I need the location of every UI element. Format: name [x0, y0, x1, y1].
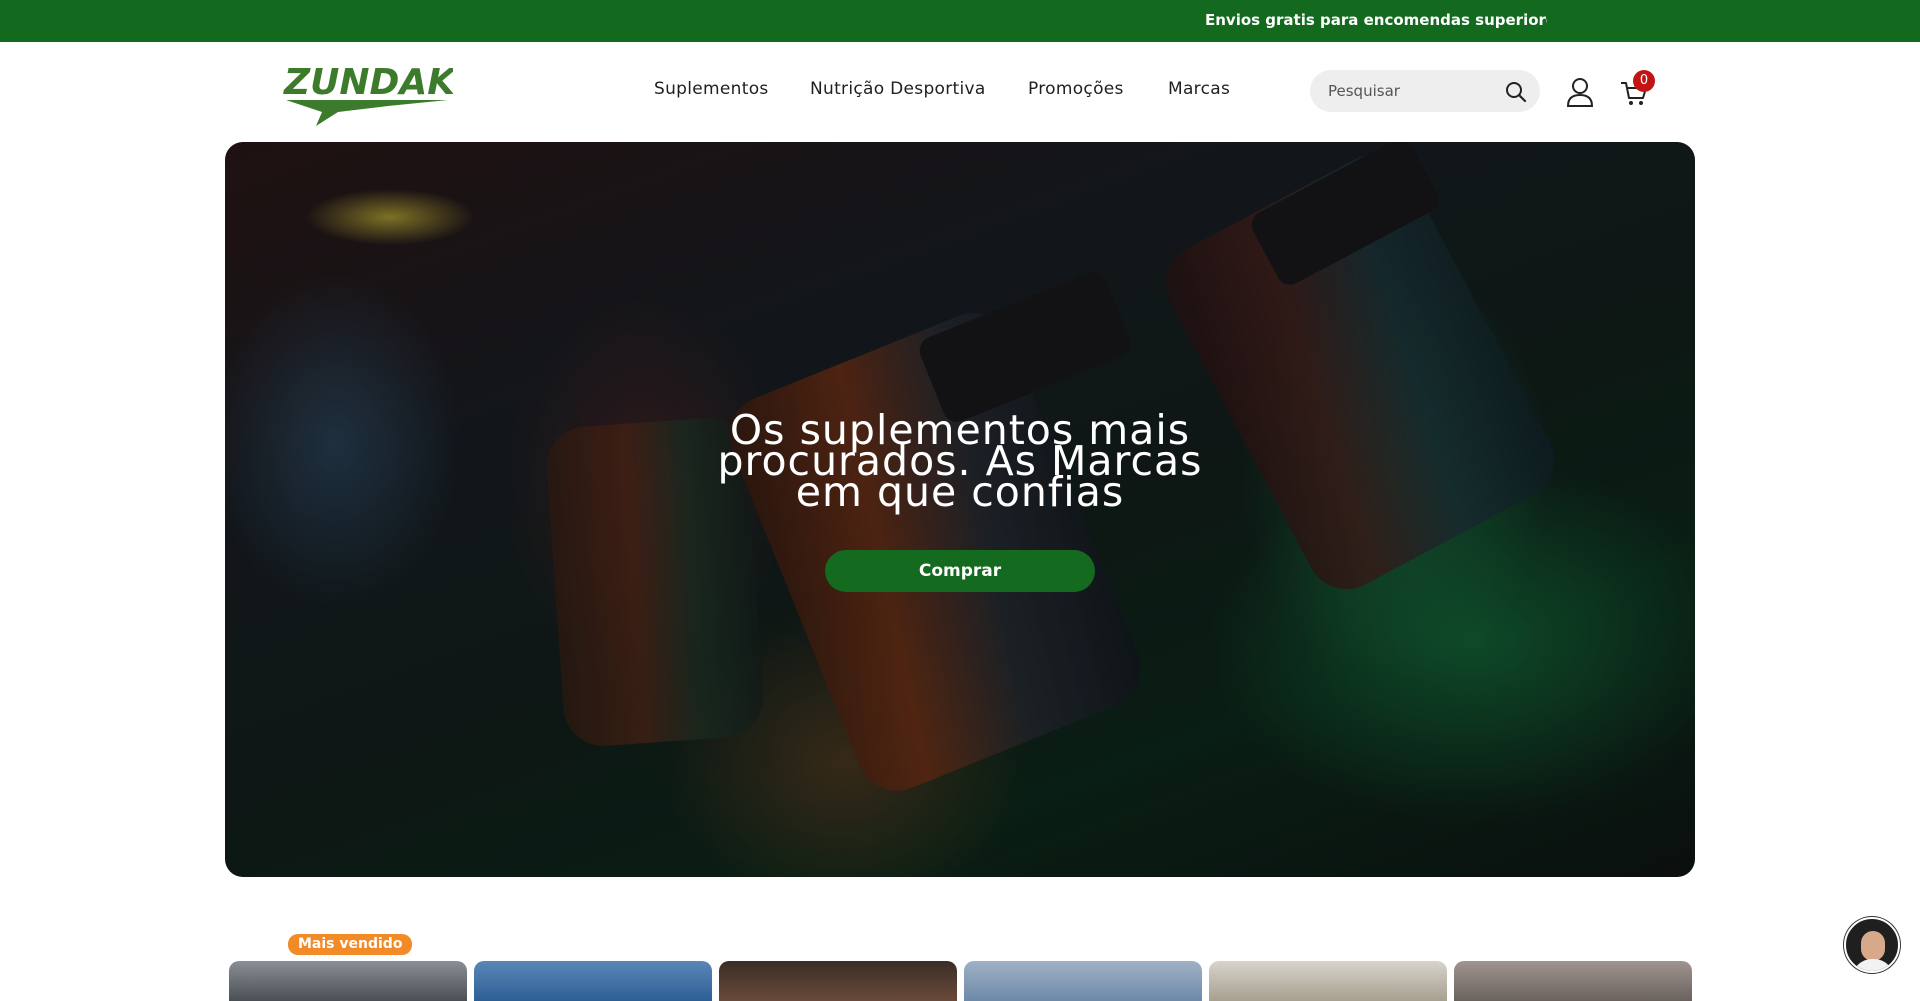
- logo-text: ZUNDAK: [283, 62, 453, 103]
- category-card[interactable]: [474, 961, 712, 1001]
- chat-avatar-face: [1861, 931, 1885, 961]
- search-icon[interactable]: [1504, 80, 1528, 104]
- category-card[interactable]: [229, 961, 467, 1001]
- cart-count-badge: 0: [1633, 70, 1655, 92]
- comprar-button[interactable]: Comprar: [825, 550, 1095, 592]
- chat-avatar-body: [1852, 959, 1894, 971]
- logo-swoosh: [286, 100, 448, 126]
- chat-avatar-button[interactable]: [1844, 917, 1900, 973]
- category-card[interactable]: [719, 961, 957, 1001]
- hero-title: Os suplementos mais procurados. As Marca…: [655, 410, 1265, 513]
- hero-banner: Os suplementos mais procurados. As Marca…: [225, 142, 1695, 877]
- category-card[interactable]: [1209, 961, 1447, 1001]
- search-input[interactable]: [1328, 80, 1498, 102]
- category-card[interactable]: [1454, 961, 1692, 1001]
- category-card[interactable]: [964, 961, 1202, 1001]
- nav-item-marcas[interactable]: Marcas: [1168, 79, 1230, 99]
- announcement-text: Envios gratis para encomendas superiores…: [1205, 11, 1547, 29]
- search-box: [1310, 70, 1540, 112]
- best-seller-badge: Mais vendido: [288, 934, 413, 955]
- announcement-bar: Envios gratis para encomendas superiores…: [0, 0, 1920, 42]
- user-icon[interactable]: [1566, 77, 1594, 107]
- site-header: ZUNDAK Suplementos Nutrição Desportiva P…: [0, 42, 1920, 142]
- nav-item-promocoes[interactable]: Promoções: [1028, 79, 1124, 99]
- nav-item-nutricao-desportiva[interactable]: Nutrição Desportiva: [810, 79, 986, 99]
- nav-item-suplementos[interactable]: Suplementos: [654, 79, 769, 99]
- zundak-logo[interactable]: ZUNDAK: [278, 60, 453, 128]
